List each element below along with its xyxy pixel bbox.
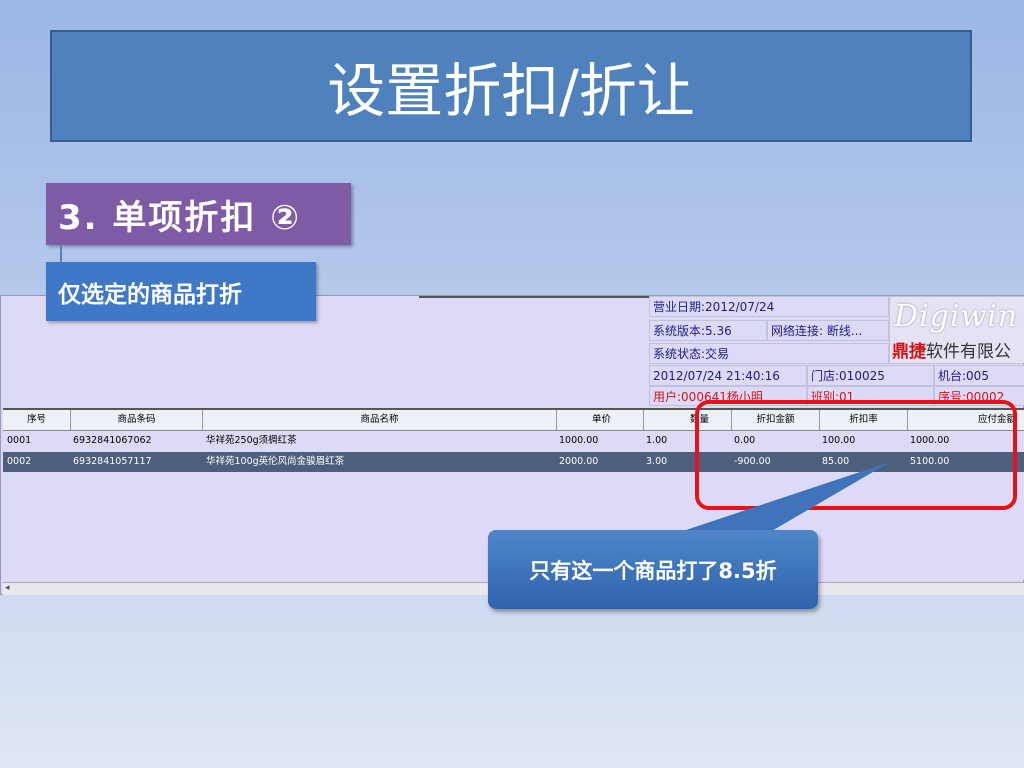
datetime: 2012/07/24 21:40:16 [649,365,807,386]
scroll-left-icon[interactable]: ◂ [5,583,10,593]
store-id: 门店:010025 [807,365,934,386]
subtitle-box: 仅选定的商品打折 [46,262,316,321]
cell-qty: 1.00 [646,435,668,446]
cell-qty: 3.00 [646,456,668,467]
company-logo: Digiwin 鼎捷软件有限公司 [889,296,1024,364]
network-status: 网络连接: 断线... [767,320,889,341]
system-version: 系统版本:5.36 [649,320,767,341]
toolbar-divider [419,296,649,298]
logo-company-highlight: 鼎捷 [892,342,926,362]
col-header[interactable]: 单价 [557,410,644,430]
cell-name: 华祥苑250g须椆红茶 [206,435,297,446]
system-state: 系统状态:交易 [649,343,889,364]
cell-price: 1000.00 [559,435,599,446]
cell-seq: 0001 [7,435,32,446]
cell-barcode: 6932841067062 [73,435,152,446]
highlight-box [695,400,1017,510]
machine-id: 机台:005 [934,365,1024,386]
callout-note: 只有这一个商品打了8.5折 [488,530,818,609]
cell-barcode: 6932841057117 [73,456,152,467]
logo-company-name: 鼎捷软件有限公司 [892,337,1024,363]
cell-price: 2000.00 [559,456,599,467]
logo-script: Digiwin [894,299,1019,334]
step-heading: 3. 单项折扣 ② [46,183,351,245]
connector-line [60,245,62,263]
col-header[interactable]: 序号 [3,410,71,430]
cell-seq: 0002 [7,456,32,467]
cell-name: 华祥苑100g英伦风尚金骏眉红茶 [206,456,345,467]
slide-title: 设置折扣/折让 [50,30,972,142]
col-header[interactable]: 商品名称 [203,410,557,430]
business-date: 营业日期:2012/07/24 [649,296,889,317]
col-header[interactable]: 商品条码 [71,410,203,430]
